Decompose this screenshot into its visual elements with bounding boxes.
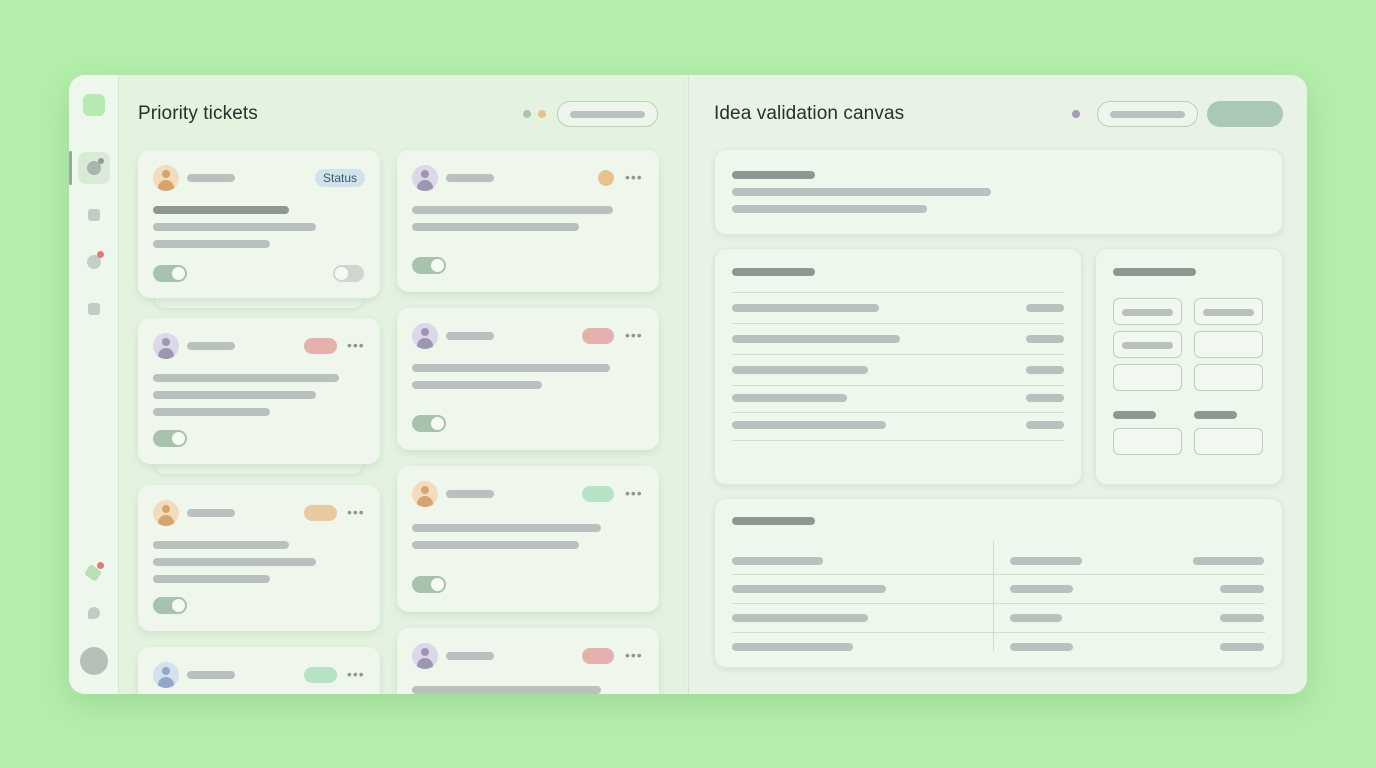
ticket-card[interactable]: •••	[138, 647, 380, 694]
avatar	[412, 323, 438, 349]
status-badge: Status	[315, 169, 366, 187]
ticket-card[interactable]: •••	[397, 628, 659, 694]
criteria-field[interactable]	[1113, 331, 1182, 358]
avatar	[153, 165, 179, 191]
avatar	[153, 500, 179, 526]
sidebar-item-archive[interactable]	[78, 293, 110, 325]
priority-tag-green	[582, 486, 614, 502]
ticket-card[interactable]: •••	[397, 308, 659, 450]
avatar	[412, 165, 438, 191]
more-icon[interactable]: •••	[625, 486, 643, 500]
ticket-card[interactable]: •••	[397, 466, 659, 612]
more-icon[interactable]: •••	[347, 338, 365, 352]
summary-card	[714, 149, 1283, 235]
chat-icon	[88, 607, 100, 619]
ticket-card[interactable]: •••	[397, 150, 659, 292]
more-icon[interactable]: •••	[625, 648, 643, 662]
more-icon[interactable]: •••	[347, 505, 365, 519]
ticket-toggle[interactable]	[412, 415, 446, 432]
user-avatar-icon[interactable]	[80, 647, 108, 675]
criteria-field[interactable]	[1194, 298, 1263, 325]
ticket-toggle[interactable]	[153, 265, 187, 282]
ticket-toggle[interactable]	[412, 257, 446, 274]
sidebar-item-inbox[interactable]	[78, 199, 110, 231]
sidebar-item-tags[interactable]	[78, 557, 110, 589]
priority-tag-orange	[304, 505, 337, 521]
secondary-button[interactable]	[1097, 101, 1198, 127]
sidebar	[69, 75, 119, 694]
criteria-field[interactable]	[1194, 364, 1263, 391]
priority-tickets-panel: Priority tickets Status ••• ••• ••• ••• …	[119, 75, 687, 694]
priority-tag-red	[582, 328, 614, 344]
criteria-field[interactable]	[1194, 428, 1263, 455]
ticket-toggle[interactable]	[412, 576, 446, 593]
sidebar-active-indicator	[69, 151, 72, 185]
sidebar-item-chat[interactable]	[78, 597, 110, 629]
ticket-toggle-off[interactable]	[333, 265, 364, 282]
results-table-card	[714, 498, 1283, 668]
avatar	[153, 333, 179, 359]
criteria-field[interactable]	[1113, 364, 1182, 391]
sidebar-item-notifications[interactable]	[78, 246, 110, 278]
page-title: Priority tickets	[138, 103, 258, 124]
filter-dot-green[interactable]	[523, 110, 531, 118]
ticket-toggle[interactable]	[153, 597, 187, 614]
ticket-card[interactable]: •••	[138, 485, 380, 631]
more-icon[interactable]: •••	[625, 328, 643, 342]
primary-button[interactable]	[1207, 101, 1283, 127]
canvas-title: Idea validation canvas	[714, 103, 905, 124]
idea-validation-panel: Idea validation canvas	[688, 75, 1307, 694]
priority-tag-red	[582, 648, 614, 664]
dashboard-icon	[87, 158, 104, 175]
criteria-field[interactable]	[1194, 331, 1263, 358]
filter-button[interactable]	[557, 101, 658, 127]
status-dot-orange	[598, 170, 614, 186]
priority-tag-green	[304, 667, 337, 683]
criteria-field[interactable]	[1113, 298, 1182, 325]
criteria-form-card	[1095, 248, 1283, 485]
avatar	[412, 643, 438, 669]
priority-tag-red	[304, 338, 337, 354]
notification-badge	[97, 251, 104, 258]
app-window: Priority tickets Status ••• ••• ••• ••• …	[69, 75, 1307, 694]
archive-icon	[88, 303, 100, 315]
criteria-field[interactable]	[1113, 428, 1182, 455]
filter-dot-orange[interactable]	[538, 110, 546, 118]
avatar	[412, 481, 438, 507]
avatar	[153, 662, 179, 688]
ticket-card[interactable]: Status	[138, 150, 380, 298]
inbox-icon	[88, 209, 100, 221]
ticket-card[interactable]: •••	[138, 318, 380, 464]
tags-badge	[97, 562, 104, 569]
assumptions-list-card	[714, 248, 1082, 485]
app-logo-icon[interactable]	[83, 94, 105, 116]
more-icon[interactable]: •••	[347, 667, 365, 681]
presence-dot	[1072, 110, 1080, 118]
sidebar-item-dashboard[interactable]	[78, 152, 110, 184]
ticket-toggle[interactable]	[153, 430, 187, 447]
more-icon[interactable]: •••	[625, 170, 643, 184]
